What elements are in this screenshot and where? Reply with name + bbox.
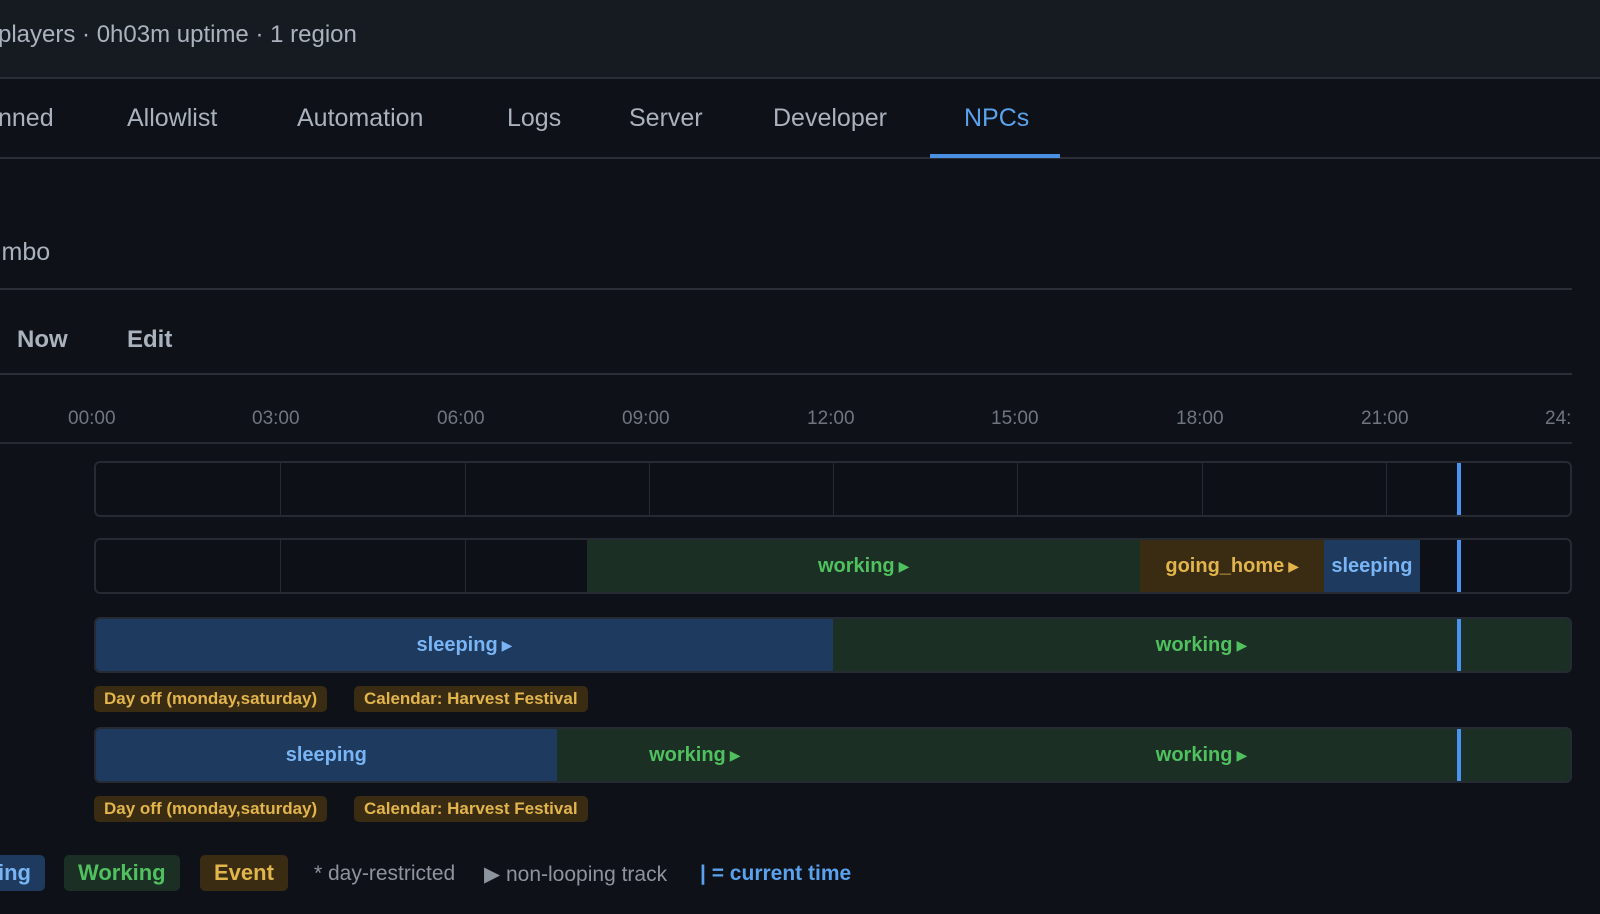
- subtab-divider: [0, 373, 1572, 375]
- timeline-gridline: [1201, 463, 1203, 515]
- segment-label: sleeping: [416, 633, 498, 656]
- non-looping-icon: ▶: [1236, 636, 1248, 653]
- hour-label: 03:00: [252, 408, 300, 429]
- segment-label: working: [649, 743, 726, 766]
- top-status-bar: players · 0h03m uptime · 1 region: [0, 0, 1600, 79]
- segment-label: going_home: [1165, 554, 1285, 577]
- timeline-axis-line: [0, 442, 1572, 444]
- non-looping-icon: ▶: [1288, 557, 1300, 574]
- timeline-hour-axis: 00:00 03:00 06:00 09:00 12:00 15:00 18:00 21:00…: [0, 408, 1572, 432]
- timeline-gridline: [464, 463, 466, 515]
- hour-label: 06:00: [437, 408, 485, 429]
- segment-label: working: [1155, 633, 1233, 656]
- current-time-marker: [1457, 540, 1462, 592]
- legend-current-time: | = current time: [700, 862, 852, 885]
- hour-label: 09:00: [622, 408, 670, 429]
- schedule-segment-event[interactable]: going_home ▶: [1140, 540, 1325, 592]
- tab-allowlist[interactable]: Allowlist: [127, 81, 217, 159]
- timeline-gridline: [464, 540, 466, 592]
- segment-label: working: [1155, 743, 1233, 766]
- timeline-gridline: [1017, 463, 1019, 515]
- tab-logs[interactable]: Logs: [507, 81, 561, 159]
- schedule-track: working ▶ going_home ▶ sleeping: [94, 538, 1572, 594]
- hour-label: 00:00: [68, 408, 116, 429]
- subtab-edit[interactable]: Edit: [127, 326, 172, 354]
- timeline-gridline: [1385, 463, 1387, 515]
- hour-label: 24:: [1545, 408, 1572, 429]
- day-off-badge: Day off (monday,saturday): [94, 796, 328, 822]
- schedule-track: [94, 461, 1572, 517]
- legend-working: Working: [64, 855, 180, 891]
- tab-npcs[interactable]: NPCs: [964, 81, 1029, 159]
- tab-developer[interactable]: Developer: [773, 81, 887, 159]
- timeline-gridline: [280, 463, 282, 515]
- hour-label: 15:00: [991, 408, 1039, 429]
- non-looping-icon: ▶: [501, 636, 513, 653]
- calendar-event-badge: Calendar: Harvest Festival: [354, 796, 588, 822]
- server-status-text: players · 0h03m uptime · 1 region: [0, 21, 357, 48]
- non-looping-icon: ▶: [729, 746, 741, 763]
- hour-label: 18:00: [1176, 408, 1224, 429]
- schedule-segment-sleeping[interactable]: sleeping: [96, 729, 557, 781]
- non-looping-icon: ▶: [898, 557, 910, 574]
- segment-label: sleeping: [285, 743, 367, 766]
- section-divider: [0, 288, 1572, 290]
- segment-label: working: [817, 554, 895, 577]
- subtab-now[interactable]: Now: [17, 326, 68, 354]
- legend-day-restricted: * day-restricted: [314, 862, 456, 885]
- main-tab-bar: nned Allowlist Automation Logs Server De…: [0, 81, 1600, 159]
- current-time-marker: [1457, 619, 1462, 671]
- day-off-badge: Day off (monday,saturday): [94, 686, 328, 712]
- tab-banned[interactable]: nned: [0, 81, 54, 159]
- npc-name-heading: imbo: [0, 238, 51, 266]
- hour-label: 21:00: [1361, 408, 1409, 429]
- non-looping-icon: ▶: [1236, 746, 1248, 763]
- legend-event: Event: [200, 855, 288, 891]
- schedule-segment-sleeping[interactable]: sleeping ▶: [96, 619, 833, 671]
- tab-server[interactable]: Server: [629, 81, 703, 159]
- calendar-event-badge: Calendar: Harvest Festival: [354, 686, 588, 712]
- schedule-track: sleeping working ▶ working ▶: [94, 727, 1572, 783]
- timeline-gridline: [280, 540, 282, 592]
- schedule-segment-sleeping[interactable]: sleeping: [1324, 540, 1420, 592]
- active-tab-indicator: [930, 154, 1060, 158]
- timeline-gridline: [833, 463, 834, 515]
- schedule-segment-working[interactable]: working ▶: [556, 729, 833, 781]
- tab-automation[interactable]: Automation: [297, 81, 423, 159]
- timeline-gridline: [648, 463, 650, 515]
- legend-non-looping: ▶ non-looping track: [484, 863, 668, 886]
- segment-label: sleeping: [1331, 554, 1413, 577]
- schedule-track: sleeping ▶ working ▶: [94, 617, 1572, 673]
- legend-sleeping: ing: [0, 855, 45, 891]
- current-time-marker: [1457, 463, 1462, 515]
- hour-label: 12:00: [807, 408, 855, 429]
- current-time-marker: [1457, 729, 1462, 781]
- schedule-segment-working[interactable]: working ▶: [587, 540, 1141, 592]
